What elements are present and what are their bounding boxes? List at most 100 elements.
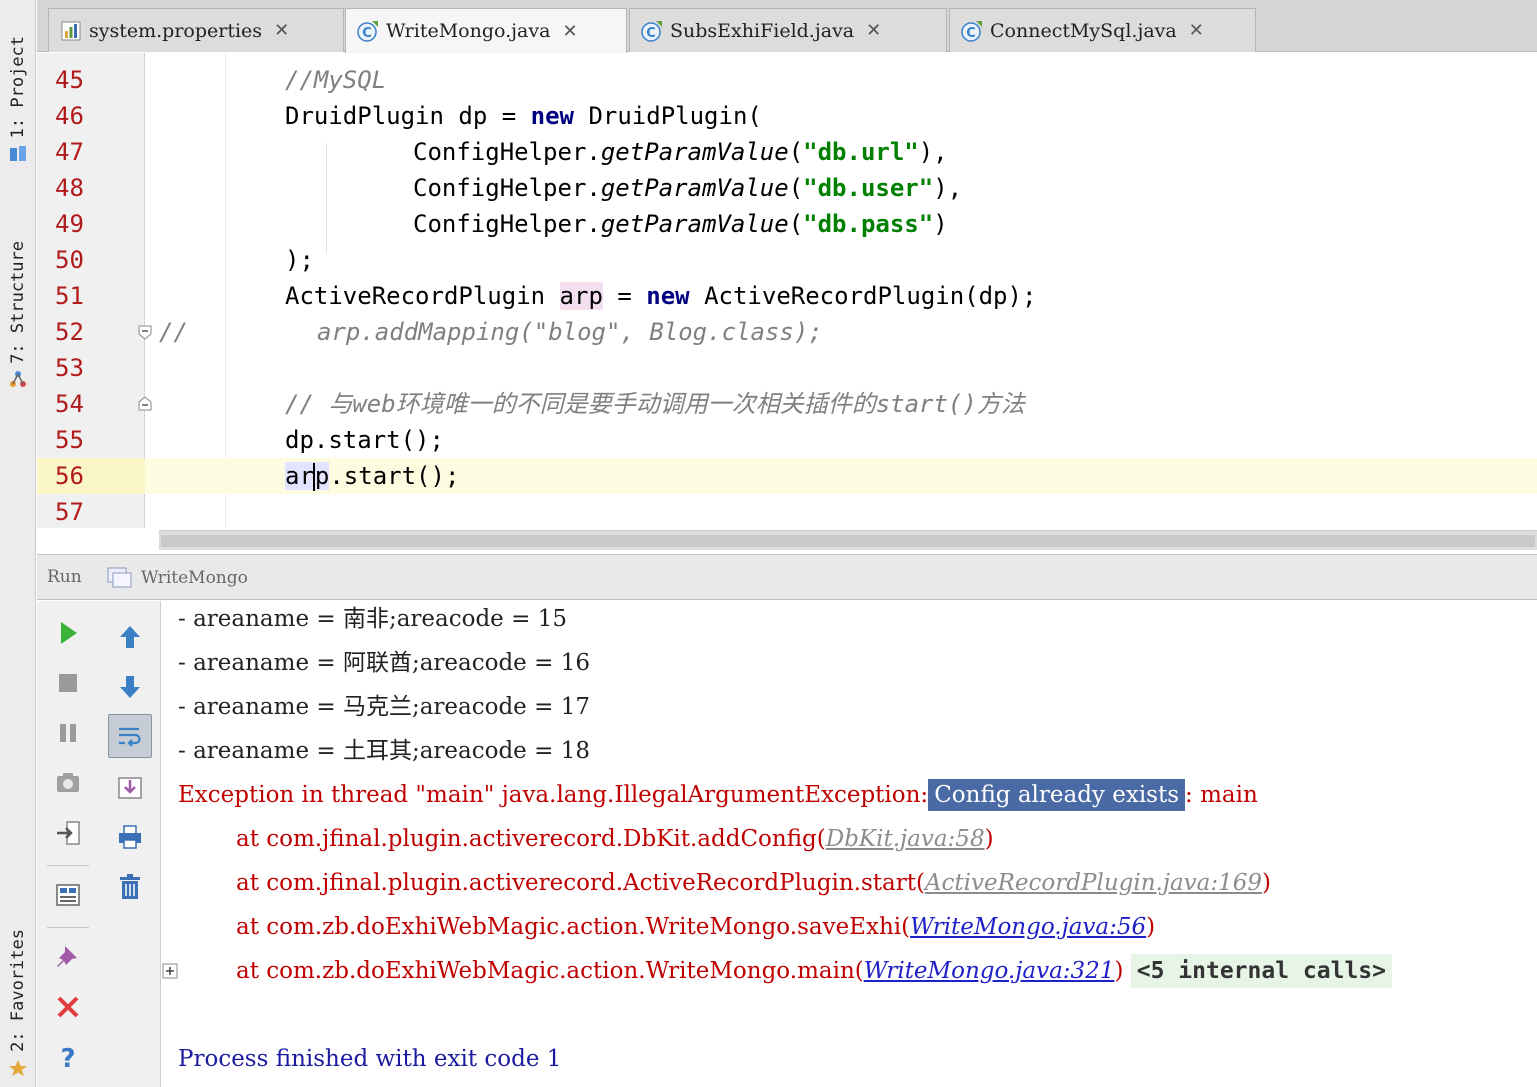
project-icon <box>10 146 26 162</box>
soft-wrap-button[interactable] <box>108 714 152 758</box>
console-line: - areaname = 南非;areacode = 15 <box>178 606 567 632</box>
horizontal-scrollbar[interactable] <box>159 530 1537 550</box>
code-comment: //MySQL <box>285 66 387 94</box>
code-text: dp.start(); <box>285 426 444 454</box>
stop-button[interactable] <box>46 661 90 705</box>
line-number: 57 <box>55 498 84 526</box>
code-line[interactable]: 53 <box>37 350 1537 386</box>
exception-line: Exception in thread "main" java.lang.Ill… <box>178 775 1258 815</box>
current-code-line[interactable]: 56 arp.start(); <box>37 458 1537 494</box>
tab-label: system.properties <box>89 19 263 42</box>
code-line[interactable]: 47 ConfigHelper.getParamValue("db.url"), <box>37 134 1537 170</box>
run-config-tab[interactable]: WriteMongo <box>107 563 248 593</box>
code-line[interactable]: 57 <box>37 494 1537 528</box>
structure-tool-tab[interactable]: 7: Structure <box>0 220 36 410</box>
fold-end-icon[interactable] <box>137 396 153 412</box>
exit-icon <box>57 821 80 845</box>
run-tool-window-header: Run WriteMongo <box>37 554 1537 600</box>
line-number: 54 <box>55 390 84 418</box>
code-line[interactable]: 54 // 与web环境唯一的不同是要手动调用一次相关插件的start()方法 <box>37 386 1537 422</box>
rerun-button[interactable] <box>46 611 90 655</box>
pause-icon <box>60 724 76 742</box>
console-line: - areaname = 阿联酋;areacode = 16 <box>178 650 590 676</box>
soft-wrap-icon <box>119 727 141 747</box>
source-link[interactable]: DbKit.java:58 <box>826 826 985 852</box>
scrollbar-thumb[interactable] <box>161 535 1535 547</box>
code-line[interactable]: 46 DruidPlugin dp = new DruidPlugin( <box>37 98 1537 134</box>
help-button[interactable]: ? <box>46 1035 90 1079</box>
code-line[interactable]: 45 //MySQL <box>37 62 1537 98</box>
code-line[interactable]: 52 // arp.addMapping("blog", Blog.class)… <box>37 314 1537 350</box>
tab-label: SubsExhiField.java <box>670 19 855 42</box>
code-text: ActiveRecordPlugin arp = new ActiveRecor… <box>285 282 1037 310</box>
java-class-icon: C <box>641 20 662 42</box>
code-text: arp.start(); <box>285 462 460 491</box>
svg-text:?: ? <box>60 1044 75 1072</box>
code-line[interactable]: 55 dp.start(); <box>37 422 1537 458</box>
process-finished-line: Process finished with exit code 1 <box>178 1046 562 1072</box>
expand-icon[interactable] <box>162 963 178 979</box>
source-link[interactable]: WriteMongo.java:321 <box>864 958 1115 984</box>
comment-slashes: // <box>159 318 188 346</box>
code-line[interactable]: 51 ActiveRecordPlugin arp = new ActiveRe… <box>37 278 1537 314</box>
line-number: 51 <box>55 282 84 310</box>
exit-button[interactable] <box>46 811 90 855</box>
close-run-button[interactable] <box>46 985 90 1029</box>
close-icon[interactable]: ✕ <box>562 21 577 42</box>
console-output[interactable]: - areaname = 南非;areacode = 15 - areaname… <box>162 601 1537 1087</box>
editor-tab-bar: system.properties ✕ C WriteMongo.java ✕ … <box>37 0 1537 53</box>
code-line[interactable]: 48 ConfigHelper.getParamValue("db.user")… <box>37 170 1537 206</box>
scroll-to-end-button[interactable] <box>108 765 152 809</box>
svg-text:C: C <box>966 26 976 41</box>
tab-label: WriteMongo.java <box>386 20 551 42</box>
project-tool-tab[interactable]: 1: Project <box>0 20 36 180</box>
pin-button[interactable] <box>46 935 90 979</box>
close-icon[interactable]: ✕ <box>1189 20 1204 41</box>
code-comment: arp.addMapping("blog", Blog.class); <box>317 318 823 346</box>
source-link[interactable]: ActiveRecordPlugin.java:169 <box>925 870 1262 896</box>
tab-system-properties[interactable]: system.properties ✕ <box>48 8 344 52</box>
selected-text: Config already exists <box>928 779 1186 811</box>
pin-icon <box>57 946 77 967</box>
favorites-tool-tab[interactable]: 2: Favorites <box>0 920 36 1087</box>
java-class-icon: C <box>961 20 982 42</box>
clear-all-button[interactable] <box>108 865 152 909</box>
line-number: 55 <box>55 426 84 454</box>
code-editor[interactable]: 45 //MySQL 46 DruidPlugin dp = new Druid… <box>37 53 1537 553</box>
fold-collapse-icon[interactable] <box>137 324 153 340</box>
svg-text:C: C <box>362 26 372 41</box>
play-icon <box>61 622 77 644</box>
close-icon <box>57 996 79 1018</box>
stack-trace-line: at com.jfinal.plugin.activerecord.DbKit.… <box>236 826 994 852</box>
structure-tool-label: 7: Structure <box>8 240 28 364</box>
line-number: 48 <box>55 174 84 202</box>
layout-icon <box>56 884 80 906</box>
line-number: 49 <box>55 210 84 238</box>
stop-icon <box>59 674 77 692</box>
toolbar-separator <box>47 865 89 866</box>
tab-writemongo-java[interactable]: C WriteMongo.java ✕ <box>345 8 627 53</box>
pause-button[interactable] <box>46 711 90 755</box>
scroll-up-button[interactable] <box>108 615 152 659</box>
source-link[interactable]: WriteMongo.java:56 <box>910 914 1146 940</box>
java-class-icon: C <box>357 21 378 42</box>
stack-trace-line: at com.zb.doExhiWebMagic.action.WriteMon… <box>236 951 1392 991</box>
close-icon[interactable]: ✕ <box>866 20 881 41</box>
internal-calls-fold[interactable]: <5 internal calls> <box>1130 954 1392 988</box>
scroll-down-button[interactable] <box>108 665 152 709</box>
tab-connectmysql-java[interactable]: C ConnectMySql.java ✕ <box>949 8 1256 52</box>
arrow-down-icon <box>120 676 140 698</box>
layout-button[interactable] <box>46 873 90 917</box>
code-text: ConfigHelper.getParamValue("db.pass") <box>413 210 948 238</box>
line-number: 50 <box>55 246 84 274</box>
help-icon: ? <box>60 1044 75 1072</box>
code-line[interactable]: 50 ); <box>37 242 1537 278</box>
code-line[interactable]: 49 ConfigHelper.getParamValue("db.pass") <box>37 206 1537 242</box>
arrow-up-icon <box>120 626 140 648</box>
run-panel-title: Run <box>47 567 82 587</box>
tab-subsexhifield-java[interactable]: C SubsExhiField.java ✕ <box>629 8 947 52</box>
print-button[interactable] <box>108 815 152 859</box>
dump-threads-button[interactable] <box>46 761 90 805</box>
close-icon[interactable]: ✕ <box>274 20 289 41</box>
run-toolbar-primary: ? <box>37 601 99 1087</box>
